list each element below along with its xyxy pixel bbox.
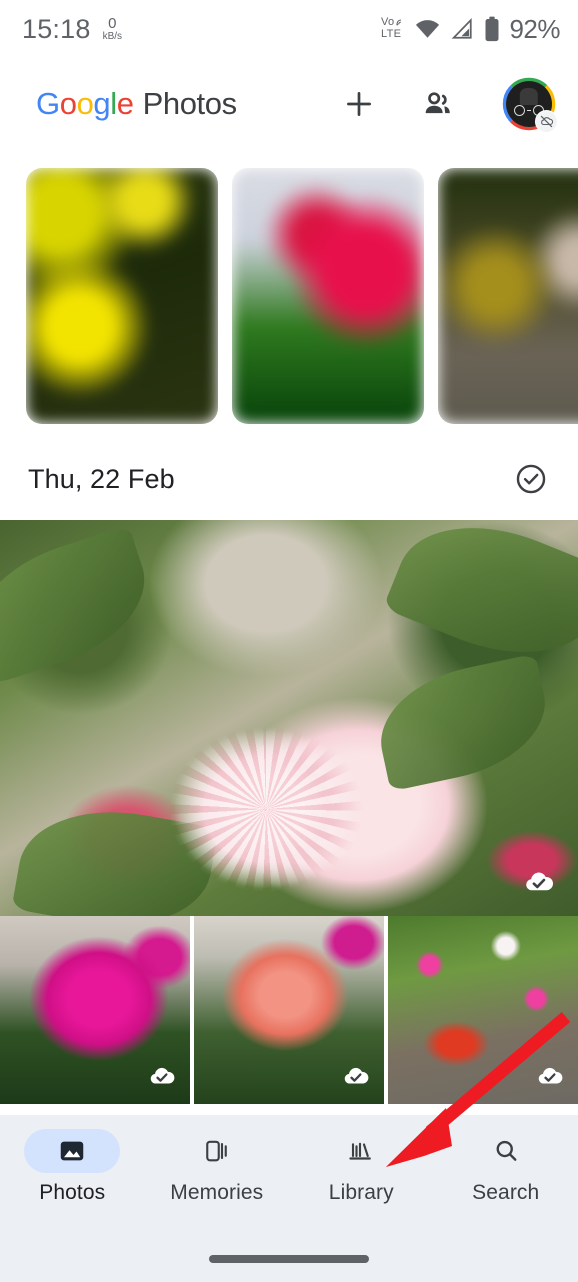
status-bar-right: Vo LTE 92% (381, 16, 560, 42)
memory-card-3[interactable] (438, 168, 578, 424)
app-bar: G o o g l e Photos (0, 58, 578, 150)
library-books-icon (349, 1142, 372, 1160)
memory-card-garden (438, 168, 578, 424)
home-indicator-area (0, 1236, 578, 1282)
avatar-hair-shape (519, 88, 539, 105)
backup-off-icon (540, 115, 554, 128)
photo-thumb-magenta-dahlia[interactable] (0, 916, 190, 1104)
thumb2-backup-badge (341, 1063, 371, 1091)
date-header-row: Thu, 22 Feb (0, 438, 578, 520)
logo-letter-g1: G (36, 86, 60, 121)
memory-card-2[interactable] (232, 168, 424, 424)
network-speed-value: 0 (108, 14, 117, 32)
logo-letter-o1: o (59, 86, 77, 121)
bottom-navigation-bar: Photos Memories Library Search (0, 1115, 578, 1282)
wifi-icon (416, 20, 440, 38)
cloud-check-icon (526, 872, 554, 891)
nav-tab-library[interactable]: Library (289, 1129, 434, 1205)
battery-icon (485, 16, 499, 42)
google-photos-logo[interactable]: G o o g l e Photos (36, 86, 237, 122)
plus-icon (347, 92, 371, 116)
logo-letter-g2: g (93, 86, 111, 121)
cellular-signal-icon (452, 18, 473, 39)
battery-percent: 92% (509, 14, 560, 44)
network-speed-indicator: 0 kB/s (103, 16, 122, 42)
nav-tab-memories[interactable]: Memories (145, 1129, 290, 1205)
nav-pill-search (458, 1129, 554, 1173)
thumb1-backup-badge (147, 1063, 177, 1091)
status-bar: 15:18 0 kB/s Vo LTE 92% (0, 0, 578, 58)
select-all-button[interactable] (514, 462, 548, 496)
nav-label-photos: Photos (39, 1181, 106, 1204)
nav-label-library: Library (328, 1181, 394, 1204)
app-bar-actions (342, 87, 454, 121)
memory-card-yellow-flowers (26, 168, 218, 424)
cloud-check-icon (538, 1067, 563, 1084)
memories-carousel[interactable] (0, 150, 578, 438)
status-clock: 15:18 (22, 13, 91, 44)
volte-wave-icon (396, 19, 402, 26)
hero-backup-badge (522, 867, 556, 898)
memory-card-pink-flower (232, 168, 424, 424)
google-photos-app-screen: 15:18 0 kB/s Vo LTE 92% G o o g l e Phot… (0, 0, 578, 1282)
logo-letter-o2: o (76, 86, 94, 121)
people-sharing-icon (425, 92, 450, 114)
memory-card-1[interactable] (26, 168, 218, 424)
memories-cards-icon (205, 1140, 227, 1162)
photo-thumb-coral-dahlia[interactable] (194, 916, 384, 1104)
photos-image-icon (61, 1141, 84, 1161)
network-speed-unit: kB/s (102, 30, 123, 42)
home-gesture-bar[interactable] (209, 1255, 369, 1263)
status-bar-left: 15:18 0 kB/s (22, 13, 122, 44)
backup-off-badge[interactable] (535, 110, 558, 133)
circle-check-select-icon (516, 464, 546, 494)
nav-tab-search[interactable]: Search (434, 1129, 578, 1205)
nav-pill-memories (169, 1129, 265, 1173)
cloud-check-icon (150, 1067, 175, 1084)
volte-label-bottom: LTE (381, 28, 402, 40)
photo-thumbnail-row (0, 916, 578, 1104)
bottom-nav-items: Photos Memories Library Search (0, 1115, 578, 1236)
sharing-button[interactable] (420, 87, 454, 121)
logo-letter-e: e (116, 86, 134, 121)
thumb3-backup-badge (535, 1063, 565, 1091)
nav-pill-library (313, 1129, 409, 1173)
nav-label-memories: Memories (170, 1181, 264, 1204)
volte-indicator: Vo LTE (381, 17, 405, 40)
logo-word-photos: Photos (142, 86, 238, 121)
date-label: Thu, 22 Feb (28, 463, 175, 494)
photo-hero-pink-dahlia[interactable] (0, 520, 578, 916)
account-avatar-button[interactable] (502, 77, 558, 133)
nav-tab-photos[interactable]: Photos (0, 1129, 145, 1205)
cloud-check-icon (344, 1067, 369, 1084)
search-magnifier-icon (496, 1140, 517, 1161)
add-button[interactable] (342, 87, 376, 121)
nav-label-search: Search (472, 1181, 540, 1204)
photo-thumb-petunias[interactable] (388, 916, 578, 1104)
nav-active-pill (24, 1129, 121, 1173)
